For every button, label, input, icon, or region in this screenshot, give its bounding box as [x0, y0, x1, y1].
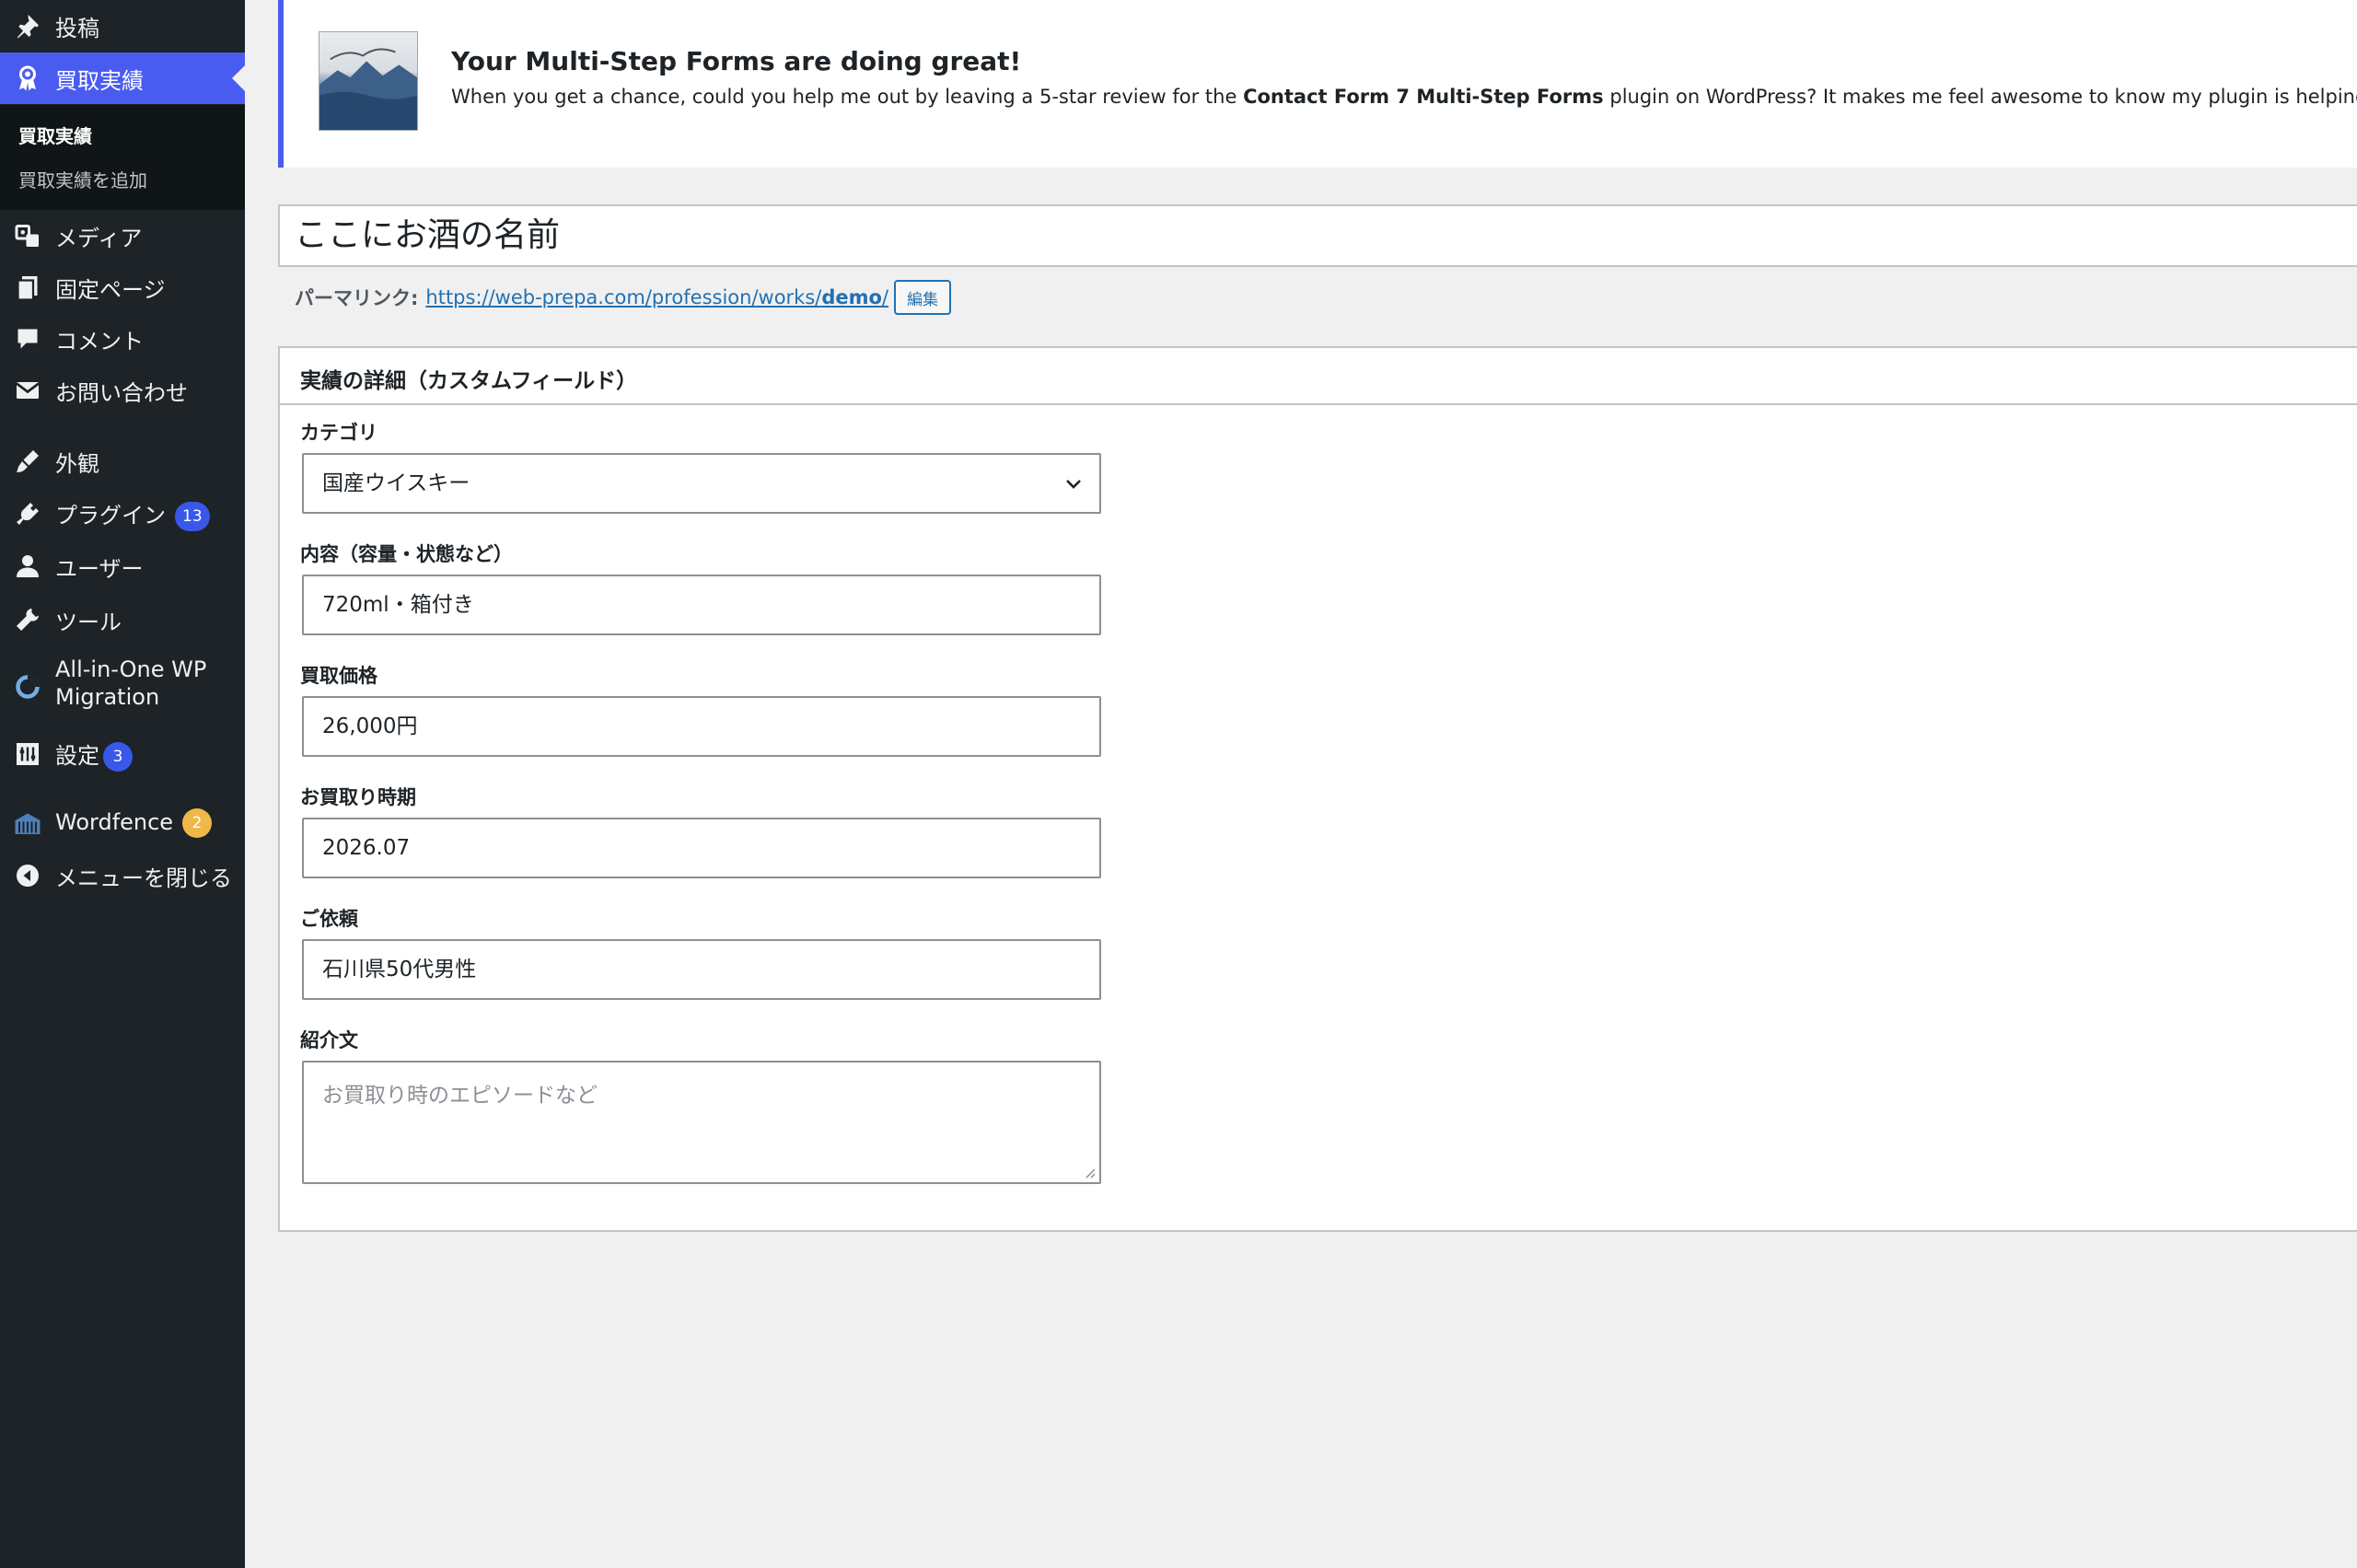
content-label: 内容（容量・状態など） [300, 543, 513, 565]
intro-label: 紹介文 [300, 1029, 358, 1051]
permalink-row: パーマリンク: https://web-prepa.com/profession… [295, 280, 952, 315]
settings-badge: 3 [103, 741, 133, 772]
category-select[interactable]: 国産ウイスキー [302, 453, 1101, 514]
sidebar-item-posts[interactable]: 投稿 [0, 0, 245, 52]
sidebar-item-media[interactable]: メディア [0, 210, 245, 261]
intro-placeholder: お買取り時のエピソードなど [322, 1084, 598, 1108]
collapse-menu-button[interactable]: メニューを閉じる [0, 850, 245, 901]
plugins-update-badge: 13 [175, 501, 210, 531]
sidebar-item-label: ユーザー [55, 555, 144, 582]
sidebar-item-label: All-in-One WP Migration [55, 656, 207, 710]
category-label: カテゴリ [300, 422, 377, 444]
sidebar-item-label: コメント [55, 328, 144, 354]
intro-textarea[interactable]: お買取り時のエピソードなど [302, 1061, 1101, 1184]
sidebar-item-label: プラグイン 13 [55, 497, 210, 531]
pin-icon [13, 11, 42, 41]
permalink-label: パーマリンク: [295, 287, 419, 309]
submenu: 買取実績 買取実績を追加 [0, 105, 245, 210]
notice-title: Your Multi-Step Forms are doing great! [451, 46, 1022, 76]
price-input[interactable]: 26,000円 [302, 696, 1101, 757]
migration-icon [13, 672, 42, 702]
sidebar-item-label: 買取実績 [55, 67, 144, 94]
wordfence-icon [13, 808, 42, 838]
settings-icon [13, 739, 42, 769]
sidebar-item-migration[interactable]: All-in-One WP Migration [0, 656, 245, 714]
date-label: お買取り時期 [300, 786, 416, 808]
notice-text: When you get a chance, could you help me… [451, 86, 2357, 108]
date-input[interactable]: 2026.07 [302, 818, 1101, 878]
sidebar-item-label: ツール [55, 609, 122, 635]
plugin-name: Contact Form 7 Multi-Step Forms [1243, 86, 1604, 108]
sidebar-item-comments[interactable]: コメント [0, 313, 245, 365]
permalink-link[interactable]: https://web-prepa.com/profession/works/d… [425, 286, 888, 308]
plugin-banner-image [319, 31, 418, 131]
resize-grip-icon[interactable] [1083, 1166, 1096, 1179]
user-icon [13, 552, 42, 581]
sidebar-item-appearance[interactable]: 外観 [0, 436, 245, 487]
sidebar-item-label: お問い合わせ [55, 379, 188, 406]
sidebar-item-plugins[interactable]: プラグイン 13 [0, 488, 245, 540]
metabox-header[interactable]: 実績の詳細（カスタムフィールド） [280, 348, 2357, 405]
sidebar-item-label: 外観 [55, 450, 99, 477]
pages-icon [13, 273, 42, 302]
comment-icon [13, 324, 42, 354]
wordfence-badge: 2 [182, 808, 213, 838]
client-label: ご依頼 [300, 908, 358, 930]
mail-icon [13, 376, 42, 405]
sidebar-item-tools[interactable]: ツール [0, 594, 245, 645]
sidebar-item-label: メディア [55, 225, 143, 251]
client-input[interactable]: 石川県50代男性 [302, 939, 1101, 1000]
sidebar-item-label: 投稿 [55, 15, 99, 41]
price-label: 買取価格 [300, 665, 377, 687]
post-title-input[interactable]: ここにお酒の名前 [278, 204, 2357, 267]
submenu-item-all[interactable]: 買取実績 [18, 122, 92, 148]
sidebar-item-wordfence[interactable]: Wordfence 2 [0, 797, 245, 849]
metabox-title: 実績の詳細（カスタムフィールド） [300, 369, 638, 393]
custom-fields-metabox: 実績の詳細（カスタムフィールド） カテゴリ 国産ウイスキー 内容（容量・状態など… [278, 346, 2357, 1232]
media-icon [13, 221, 42, 250]
chevron-down-icon [1066, 480, 1081, 489]
sidebar-item-kaitori[interactable]: 買取実績 [0, 52, 245, 104]
award-icon [13, 64, 42, 93]
sidebar-item-settings[interactable]: 設定 3 [0, 728, 245, 780]
content-input[interactable]: 720ml・箱付き [302, 575, 1101, 635]
review-notice: Your Multi-Step Forms are doing great! W… [278, 0, 2357, 168]
wrench-icon [13, 605, 42, 634]
permalink-edit-button[interactable]: 編集 [894, 280, 952, 315]
admin-sidebar: 投稿 買取実績 買取実績 買取実績を追加 メディア 固定ページ コメント お問い… [0, 0, 245, 1568]
collapse-icon [13, 861, 42, 890]
sidebar-item-label: 設定 3 [55, 738, 133, 772]
sidebar-item-users[interactable]: ユーザー [0, 540, 245, 592]
plugin-icon [13, 499, 42, 528]
sidebar-item-label: 固定ページ [55, 276, 166, 303]
sidebar-item-label: Wordfence 2 [55, 808, 213, 838]
sidebar-item-label: メニューを閉じる [55, 865, 232, 891]
sidebar-item-pages[interactable]: 固定ページ [0, 261, 245, 313]
submenu-item-add-new[interactable]: 買取実績を追加 [18, 166, 147, 192]
wp-admin-screen: 投稿 買取実績 買取実績 買取実績を追加 メディア 固定ページ コメント お問い… [0, 0, 2357, 1568]
brush-icon [13, 447, 42, 476]
sidebar-item-contact[interactable]: お問い合わせ [0, 365, 245, 416]
